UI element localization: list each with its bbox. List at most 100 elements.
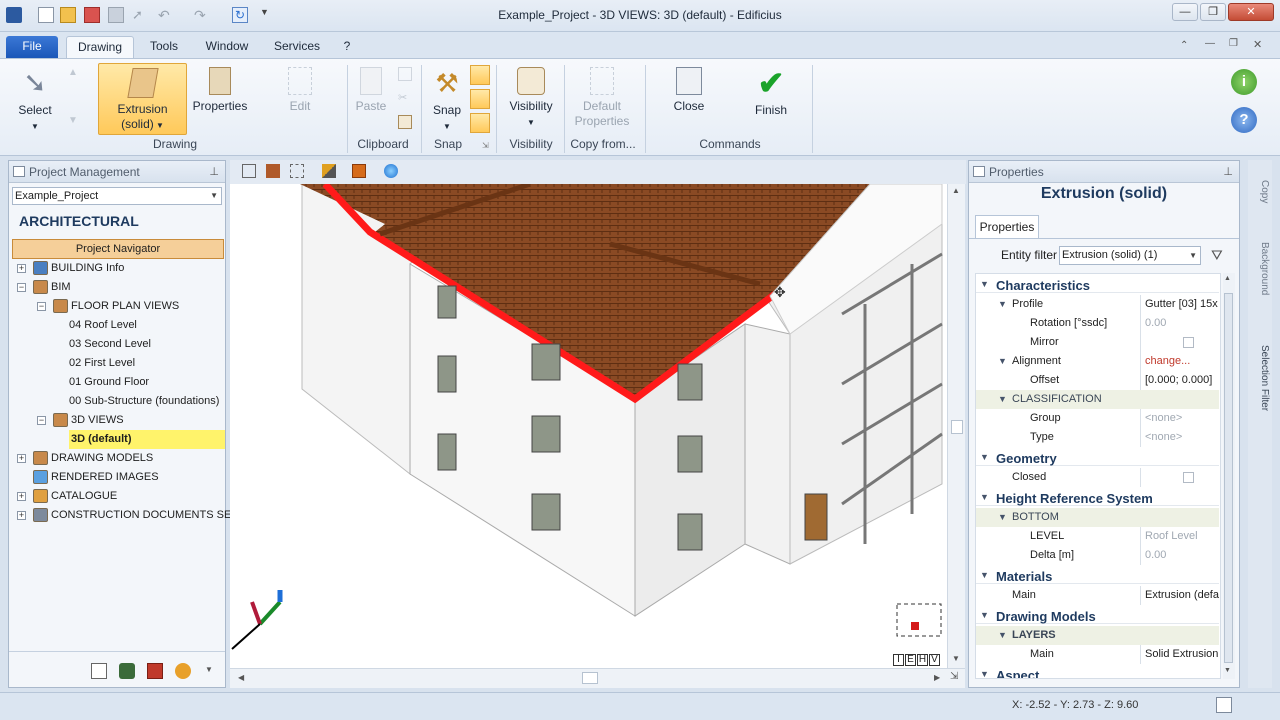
tab-help[interactable]: ? [336, 36, 358, 58]
close-command-button[interactable]: Close [662, 63, 716, 135]
plugin-icon[interactable] [175, 663, 191, 679]
collapse-arrow-icon[interactable]: ▼ [998, 626, 1007, 645]
select-button[interactable]: ➘ Select ▼ [8, 63, 62, 135]
fit-view-icon[interactable] [242, 164, 256, 178]
collapse-icon[interactable]: − [17, 283, 26, 292]
render-mode-icon[interactable] [266, 164, 280, 178]
shield-icon[interactable] [119, 663, 135, 679]
tree-item[interactable]: 03 Second Level [9, 335, 225, 354]
property-row[interactable]: ▼ LAYERS [976, 626, 1219, 645]
prop-scroll-down-icon[interactable]: ▼ [1224, 667, 1231, 674]
snap-dialog-launcher-icon[interactable]: ⇲ [482, 141, 489, 150]
info-icon[interactable]: i [1231, 69, 1257, 95]
tree-item[interactable]: + DRAWING MODELS [9, 449, 225, 468]
snap-grid-toggle[interactable] [470, 65, 490, 85]
viewcube-center[interactable] [911, 622, 919, 630]
tree-item[interactable]: − BIM [9, 278, 225, 297]
status-settings-icon[interactable] [1216, 697, 1232, 713]
globe-icon[interactable] [384, 164, 398, 178]
collapse-icon[interactable]: − [37, 416, 46, 425]
entity-filter-select[interactable]: Extrusion (solid) (1) ▼ [1059, 246, 1201, 265]
property-value[interactable]: Extrusion (defa [1140, 586, 1220, 605]
finish-button[interactable]: ✔ Finish [744, 63, 798, 135]
collapse-arrow-icon[interactable]: ▼ [998, 352, 1007, 371]
scroll-right-arrow-icon[interactable]: ▶ [934, 673, 940, 682]
property-section[interactable]: ▼ Geometry [976, 447, 1219, 466]
scroll-left-arrow-icon[interactable]: ◀ [238, 673, 244, 682]
collapse-arrow-icon[interactable]: ▼ [980, 488, 989, 507]
zoom-window-icon[interactable] [290, 164, 304, 178]
property-row[interactable]: ▼ Alignment change... [976, 352, 1219, 371]
snap-button[interactable]: ⚒ Snap ▼ [426, 63, 468, 135]
collapse-ribbon-icon[interactable]: ⌃ [1180, 40, 1188, 51]
collapse-arrow-icon[interactable]: ▼ [998, 508, 1007, 527]
help-icon[interactable]: ? [1231, 107, 1257, 133]
side-tab-selection-filter[interactable]: Selection Filter [1250, 330, 1270, 426]
side-tab-copy[interactable]: Copy [1250, 164, 1270, 220]
collapse-arrow-icon[interactable]: ▼ [980, 448, 989, 467]
property-section[interactable]: ▼ Drawing Models [976, 605, 1219, 624]
checkbox-icon[interactable] [1183, 336, 1194, 348]
property-section[interactable]: ▼ Height Reference System [976, 487, 1219, 506]
property-value[interactable]: 0.00 [1140, 314, 1220, 333]
property-value[interactable]: 0.00 [1140, 546, 1220, 565]
scroll-up-arrow-icon[interactable]: ▲ [952, 186, 960, 195]
collapse-arrow-icon[interactable]: ▼ [998, 295, 1007, 314]
close-window-button[interactable]: ✕ [1228, 3, 1274, 21]
collapse-arrow-icon[interactable]: ▼ [980, 275, 989, 294]
extrusion-solid-button[interactable]: Extrusion (solid) ▼ [98, 63, 187, 135]
property-value[interactable]: <none> [1140, 409, 1220, 428]
property-checkbox[interactable] [1140, 333, 1220, 352]
collapse-arrow-icon[interactable]: ▼ [980, 566, 989, 585]
scroll-thumb[interactable] [951, 420, 963, 434]
edit-button[interactable]: Edit [272, 63, 328, 135]
tab-drawing[interactable]: Drawing [66, 36, 134, 58]
pin-icon[interactable]: ⊥ [209, 161, 219, 183]
collapse-arrow-icon[interactable]: ▼ [980, 665, 989, 678]
tree-item[interactable]: − FLOOR PLAN VIEWS [9, 297, 225, 316]
doc-close-icon[interactable]: ✕ [1253, 38, 1262, 51]
visibility-button[interactable]: Visibility ▼ [502, 63, 560, 135]
property-row[interactable]: ▼ Profile Gutter [03] 15x [976, 295, 1219, 314]
snap-hatch-toggle[interactable] [470, 113, 490, 133]
expand-icon[interactable]: + [17, 492, 26, 501]
tab-properties[interactable]: Properties [975, 215, 1039, 239]
tab-window[interactable]: Window [198, 36, 256, 58]
cut-icon[interactable]: ✂ [398, 91, 412, 105]
viewcube-frame[interactable] [896, 603, 942, 637]
default-properties-button[interactable]: Default Properties [568, 63, 636, 135]
tree-item[interactable]: RENDERED IMAGES [9, 468, 225, 487]
pin-icon[interactable]: ⊥ [1223, 161, 1233, 183]
tree-item[interactable]: + BUILDING Info [9, 259, 225, 278]
tab-services[interactable]: Services [266, 36, 328, 58]
paste-button[interactable]: Paste [350, 63, 392, 135]
copy-icon[interactable] [398, 67, 412, 81]
property-section[interactable]: ▼ Materials [976, 565, 1219, 584]
tree-item[interactable]: 04 Roof Level [9, 316, 225, 335]
tree-item[interactable]: − 3D VIEWS [9, 411, 225, 430]
filter-icon[interactable]: ⛛ [1211, 247, 1223, 264]
property-value[interactable]: [0.000; 0.000] [1140, 371, 1220, 390]
side-tab-background[interactable]: Background [1250, 228, 1270, 310]
property-value[interactable]: Solid Extrusion [1140, 645, 1220, 664]
property-value[interactable]: Gutter [03] 15x [1140, 295, 1220, 314]
snap-line-toggle[interactable] [470, 89, 490, 109]
maximize-button[interactable]: ❐ [1200, 3, 1226, 21]
tree-item[interactable]: 02 First Level [9, 354, 225, 373]
scroll-down-arrow-icon[interactable]: ▼ [952, 654, 960, 663]
property-value[interactable]: Roof Level [1140, 527, 1220, 546]
toolbar-dropdown-icon[interactable]: ▼ [205, 665, 213, 674]
tree-item[interactable]: 01 Ground Floor [9, 373, 225, 392]
section-tool-icon[interactable] [322, 164, 336, 178]
viewcube-button[interactable]: V [929, 654, 940, 666]
tab-tools[interactable]: Tools [140, 36, 188, 58]
expand-icon[interactable]: + [17, 264, 26, 273]
property-checkbox[interactable] [1140, 468, 1220, 487]
expand-icon[interactable]: + [17, 511, 26, 520]
project-navigator-button[interactable]: Project Navigator [12, 239, 224, 259]
viewcube-button[interactable]: E [905, 654, 916, 666]
checkbox-icon[interactable] [1183, 471, 1194, 483]
project-select[interactable]: Example_Project ▼ [12, 187, 222, 205]
delete-icon[interactable] [147, 663, 163, 679]
property-section[interactable]: ▼ Characteristics [976, 274, 1219, 293]
